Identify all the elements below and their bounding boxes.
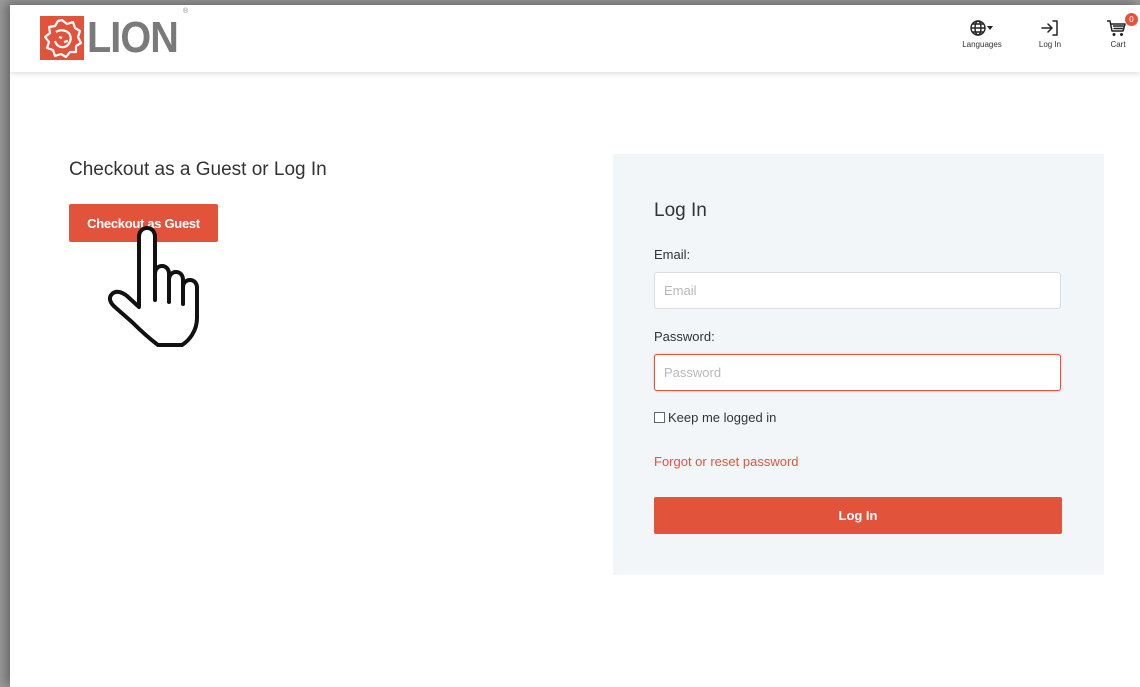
checkout-as-guest-button[interactable]: Checkout as Guest: [69, 204, 218, 242]
login-panel-title: Log In: [654, 200, 707, 221]
login-panel: Log In Email: Password: Keep me logged i…: [613, 154, 1104, 575]
login-label: Log In: [1038, 40, 1062, 49]
site-logo[interactable]: LION: [40, 15, 188, 61]
registered-mark: ®: [183, 8, 189, 15]
cart-label: Cart: [1110, 40, 1126, 49]
password-input[interactable]: [654, 354, 1061, 391]
lion-head-icon: [40, 16, 84, 60]
cart-link[interactable]: 0 Cart: [1103, 13, 1138, 49]
forgot-password-link[interactable]: Forgot or reset password: [654, 454, 799, 469]
cart-count-badge: 0: [1125, 13, 1138, 26]
site-header: LION ® Languages Log In 0 Cart: [10, 5, 1140, 72]
email-input[interactable]: [654, 272, 1061, 309]
password-label: Password:: [654, 329, 715, 344]
languages-label: Languages: [962, 40, 1002, 49]
login-submit-button[interactable]: Log In: [654, 497, 1062, 534]
keep-logged-in-checkbox[interactable]: [654, 412, 665, 423]
guest-section-title: Checkout as a Guest or Log In: [69, 159, 327, 180]
logo-wordmark: LION: [87, 13, 179, 62]
globe-icon: [970, 20, 993, 36]
browser-viewport: LION ® Languages Log In 0 Cart Checkout …: [10, 5, 1140, 687]
keep-logged-in-label: Keep me logged in: [668, 410, 777, 425]
login-arrow-icon: [1041, 20, 1058, 36]
email-label: Email:: [654, 247, 691, 262]
languages-menu[interactable]: Languages: [954, 19, 1010, 49]
header-login-link[interactable]: Log In: [1034, 19, 1066, 49]
keep-logged-in-option[interactable]: Keep me logged in: [654, 410, 776, 425]
